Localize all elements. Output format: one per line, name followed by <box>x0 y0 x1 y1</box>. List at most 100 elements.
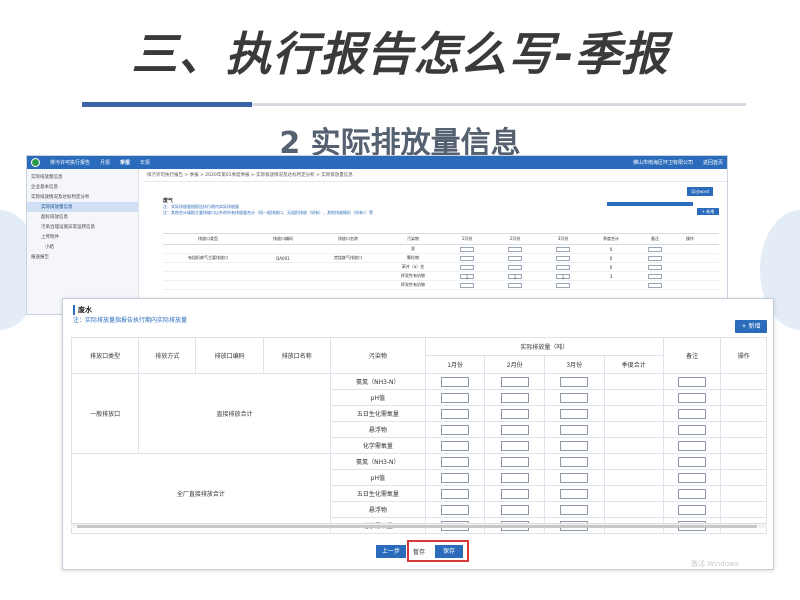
month-2-input[interactable] <box>500 392 529 403</box>
month-2-input[interactable] <box>500 408 529 419</box>
remark-input[interactable] <box>678 424 707 435</box>
col-actual-emission: 实际排放量（吨） <box>424 337 664 356</box>
month-3-input[interactable] <box>560 504 589 515</box>
sidebar-item-exceed-info[interactable]: 超标排放信息 <box>27 212 138 222</box>
month-2-input[interactable] <box>500 424 529 435</box>
remark-input[interactable] <box>678 488 707 499</box>
month-3-input[interactable] <box>560 472 589 483</box>
month-input[interactable] <box>556 282 570 288</box>
sidebar-item-actual-emission-header[interactable]: 实际排放量信息 <box>27 172 138 182</box>
nav-annual[interactable]: 年报 <box>140 159 150 166</box>
exhaust-add-button[interactable]: + 新增 <box>697 208 719 215</box>
cell-month-2 <box>484 485 545 502</box>
sidebar-item-submit[interactable]: 报送报告 <box>27 252 138 262</box>
month-3-input[interactable] <box>560 424 589 435</box>
remark-input[interactable] <box>648 282 662 288</box>
month-2-input[interactable] <box>500 504 529 515</box>
month-input[interactable]: 1 <box>460 273 474 280</box>
cell-pollutant: 五日生化需氧量 <box>329 405 426 422</box>
cell-pollutant: 化学需氧量 <box>329 437 426 454</box>
nav-quarterly[interactable]: 季报 <box>120 159 130 166</box>
sidebar-item-company-info[interactable]: 企业基本信息 <box>27 182 138 192</box>
scrollbar-thumb[interactable] <box>77 525 757 528</box>
month-1-input[interactable] <box>441 472 470 483</box>
month-1-input[interactable] <box>441 440 470 451</box>
month-input[interactable] <box>508 282 522 288</box>
month-2-input[interactable] <box>500 376 529 387</box>
month-input[interactable] <box>460 255 474 261</box>
month-1-input[interactable] <box>441 504 470 515</box>
prev-step-button[interactable]: 上一步 <box>376 545 406 558</box>
cell-quarter-total: 0 <box>609 255 613 261</box>
remark-input[interactable] <box>648 246 662 252</box>
horizontal-scrollbar[interactable] <box>71 523 767 528</box>
cell-pollutant: pH值 <box>329 469 426 486</box>
month-input[interactable]: 1 <box>556 273 570 280</box>
month-input[interactable] <box>460 246 474 252</box>
remark-input[interactable] <box>678 440 707 451</box>
cell-quarter-total <box>603 389 664 406</box>
month-input[interactable] <box>508 255 522 261</box>
sidebar-item-summary[interactable]: 小结 <box>27 242 138 252</box>
month-input[interactable] <box>556 264 570 270</box>
wastewater-add-button[interactable]: + 新增 <box>735 320 767 333</box>
remark-input[interactable] <box>678 456 707 467</box>
return-home-link[interactable]: 返回首页 <box>703 159 723 166</box>
month-input[interactable] <box>508 246 522 252</box>
remark-input[interactable] <box>678 376 707 387</box>
month-1-input[interactable] <box>441 488 470 499</box>
month-input[interactable] <box>556 246 570 252</box>
cell-month-1 <box>443 264 491 270</box>
cell-month-2 <box>484 421 545 438</box>
month-2-input[interactable] <box>500 472 529 483</box>
month-3-input[interactable] <box>560 456 589 467</box>
col-outlet-name: 排放口名称 <box>338 236 358 241</box>
month-2-input[interactable] <box>500 488 529 499</box>
month-3-input[interactable] <box>560 408 589 419</box>
month-3-input[interactable] <box>560 392 589 403</box>
remark-input[interactable] <box>678 472 707 483</box>
month-3-input[interactable] <box>560 440 589 451</box>
cell-remark <box>662 501 722 518</box>
month-3-input[interactable] <box>560 488 589 499</box>
month-3-input[interactable] <box>560 376 589 387</box>
title-underline <box>252 103 746 106</box>
cell-quarter-total <box>603 485 664 502</box>
cell-remark <box>635 282 675 288</box>
cell-pollutant: 挥发性有机物 <box>401 282 425 287</box>
remark-input[interactable] <box>678 392 707 403</box>
sidebar-item-abnormal-info[interactable]: 污染治理设施异常运转信息 <box>27 222 138 232</box>
month-2-input[interactable] <box>500 456 529 467</box>
col-discharge-method: 排放方式 <box>138 337 197 374</box>
month-input[interactable] <box>556 255 570 261</box>
sidebar-item-upload[interactable]: 上传附件 <box>27 232 138 242</box>
cell-quarter-total <box>603 469 664 486</box>
draft-button[interactable]: 暂存 <box>413 547 425 556</box>
col-month-2: 2月份 <box>484 355 545 374</box>
col-quarter-total: 季度合计 <box>603 355 664 374</box>
month-1-input[interactable] <box>441 392 470 403</box>
month-2-input[interactable] <box>500 440 529 451</box>
nav-monthly[interactable]: 月报 <box>100 159 110 166</box>
month-1-input[interactable] <box>441 376 470 387</box>
sidebar-item-emission-analysis[interactable]: 实际排放情况及达标判定分析 <box>27 192 138 202</box>
cell-month-1 <box>424 469 486 486</box>
month-1-input[interactable] <box>441 408 470 419</box>
month-input[interactable] <box>460 264 474 270</box>
remark-input[interactable] <box>648 273 662 279</box>
month-input[interactable] <box>460 282 474 288</box>
month-input[interactable] <box>508 264 522 270</box>
cell-month-1 <box>424 405 486 422</box>
col-month-3: 3月份 <box>557 236 569 241</box>
month-input[interactable]: 1 <box>508 273 522 280</box>
export-word-button[interactable]: 导出word <box>687 187 713 196</box>
month-1-input[interactable] <box>441 424 470 435</box>
save-button[interactable]: 保存 <box>435 545 463 558</box>
remark-input[interactable] <box>678 408 707 419</box>
remark-input[interactable] <box>648 264 662 270</box>
month-1-input[interactable] <box>441 456 470 467</box>
col-outlet-type: 排放口类型 <box>70 337 140 374</box>
remark-input[interactable] <box>648 255 662 261</box>
remark-input[interactable] <box>678 504 707 515</box>
sidebar-item-actual-emission[interactable]: 实际排放量信息 <box>27 202 138 212</box>
